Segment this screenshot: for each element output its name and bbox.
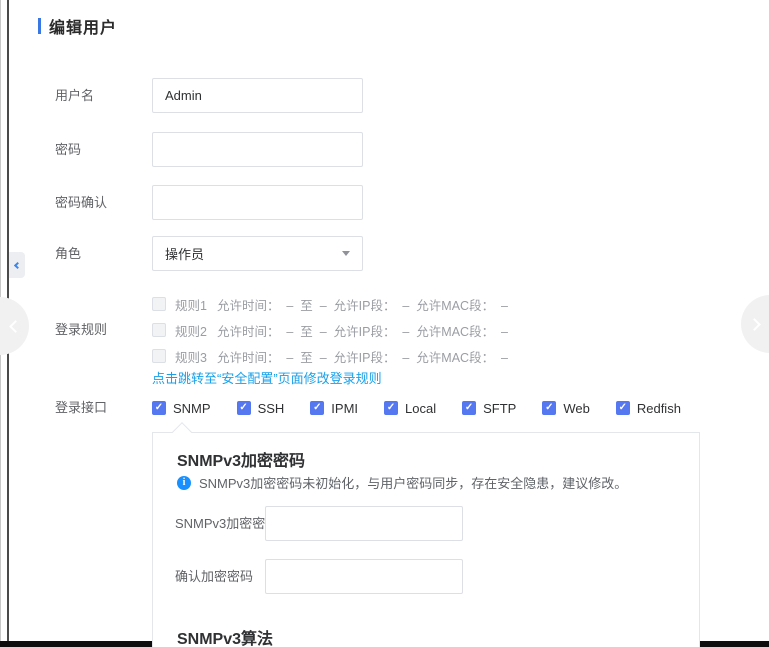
rule-detail: 允许时间： – 至 – 允许IP段： – 允许MAC段： – bbox=[217, 347, 508, 366]
password-input[interactable] bbox=[152, 132, 363, 167]
next-page-button[interactable] bbox=[741, 295, 769, 353]
interface-item: Web bbox=[542, 401, 590, 416]
rule-name: 规则2 bbox=[175, 321, 207, 340]
snmpv3-confirm-password-input[interactable] bbox=[265, 559, 463, 594]
snmpv3-confirm-password-label: 确认加密密码 bbox=[175, 559, 253, 594]
chevron-right-icon bbox=[748, 318, 761, 331]
chevron-left-icon bbox=[13, 261, 20, 268]
sidebar-collapse-button[interactable] bbox=[9, 252, 25, 278]
interface-label: Web bbox=[563, 401, 590, 416]
login-rule-row: 规则2 允许时间： – 至 – 允许IP段： – 允许MAC段： – bbox=[152, 317, 508, 343]
rule3-checkbox[interactable] bbox=[152, 349, 166, 363]
interface-item: Local bbox=[384, 401, 436, 416]
prev-page-button[interactable] bbox=[0, 297, 29, 355]
password-confirm-input[interactable] bbox=[152, 185, 363, 220]
info-icon bbox=[177, 476, 191, 490]
page-title-text: 编辑用户 bbox=[49, 14, 117, 38]
interface-label: SFTP bbox=[483, 401, 516, 416]
login-rules-label: 登录规则 bbox=[55, 317, 107, 343]
edit-user-page: 编辑用户 用户名 密码 密码确认 角色 操作员 登录规则 规则1 允许时间： –… bbox=[0, 0, 769, 647]
snmpv3-info-text: SNMPv3加密密码未初始化，与用户密码同步，存在安全隐患，建议修改。 bbox=[199, 473, 627, 492]
snmpv3-algorithm-title: SNMPv3算法 bbox=[177, 625, 273, 647]
login-rules-list: 规则1 允许时间： – 至 – 允许IP段： – 允许MAC段： – 规则2 允… bbox=[152, 291, 508, 369]
rule1-checkbox[interactable] bbox=[152, 297, 166, 311]
interface-item: IPMI bbox=[310, 401, 358, 416]
username-label: 用户名 bbox=[55, 78, 94, 113]
snmpv3-password-label: SNMPv3加密密码 bbox=[175, 506, 278, 541]
interface-item: SNMP bbox=[152, 401, 211, 416]
password-label: 密码 bbox=[55, 132, 81, 167]
interface-item: Redfish bbox=[616, 401, 681, 416]
snmpv3-password-input[interactable] bbox=[265, 506, 463, 541]
snmpv3-panel-title: SNMPv3加密密码 bbox=[177, 447, 305, 471]
snmpv3-panel: SNMPv3加密密码 SNMPv3加密密码未初始化，与用户密码同步，存在安全隐患… bbox=[152, 432, 700, 647]
interface-label: SNMP bbox=[173, 401, 211, 416]
interface-item: SFTP bbox=[462, 401, 516, 416]
interface-label: SSH bbox=[258, 401, 285, 416]
interface-label: Local bbox=[405, 401, 436, 416]
username-input[interactable] bbox=[152, 78, 363, 113]
rule2-checkbox[interactable] bbox=[152, 323, 166, 337]
role-label: 角色 bbox=[55, 236, 81, 271]
interface-item: SSH bbox=[237, 401, 285, 416]
snmpv3-info-row: SNMPv3加密密码未初始化，与用户密码同步，存在安全隐患，建议修改。 bbox=[177, 473, 627, 492]
password-confirm-label: 密码确认 bbox=[55, 185, 107, 220]
ssh-checkbox[interactable] bbox=[237, 401, 251, 415]
security-config-link[interactable]: 点击跳转至“安全配置”页面修改登录规则 bbox=[152, 368, 382, 387]
chevron-down-icon bbox=[342, 251, 350, 256]
role-select-value: 操作员 bbox=[165, 244, 204, 263]
rule-name: 规则3 bbox=[175, 347, 207, 366]
login-interfaces-label: 登录接口 bbox=[55, 399, 107, 417]
interface-label: Redfish bbox=[637, 401, 681, 416]
ipmi-checkbox[interactable] bbox=[310, 401, 324, 415]
snmp-checkbox[interactable] bbox=[152, 401, 166, 415]
login-interfaces-group: SNMP SSH IPMI Local SFTP Web Redfish bbox=[152, 399, 681, 417]
web-checkbox[interactable] bbox=[542, 401, 556, 415]
chevron-left-icon bbox=[9, 320, 22, 333]
title-accent-bar bbox=[38, 18, 41, 34]
role-select[interactable]: 操作员 bbox=[152, 236, 363, 271]
sftp-checkbox[interactable] bbox=[462, 401, 476, 415]
rule-name: 规则1 bbox=[175, 295, 207, 314]
local-checkbox[interactable] bbox=[384, 401, 398, 415]
rule-detail: 允许时间： – 至 – 允许IP段： – 允许MAC段： – bbox=[217, 295, 508, 314]
login-rule-row: 规则1 允许时间： – 至 – 允许IP段： – 允许MAC段： – bbox=[152, 291, 508, 317]
login-rule-row: 规则3 允许时间： – 至 – 允许IP段： – 允许MAC段： – bbox=[152, 343, 508, 369]
rule-detail: 允许时间： – 至 – 允许IP段： – 允许MAC段： – bbox=[217, 321, 508, 340]
redfish-checkbox[interactable] bbox=[616, 401, 630, 415]
page-title: 编辑用户 bbox=[38, 14, 117, 38]
panel-notch bbox=[172, 422, 192, 442]
interface-label: IPMI bbox=[331, 401, 358, 416]
